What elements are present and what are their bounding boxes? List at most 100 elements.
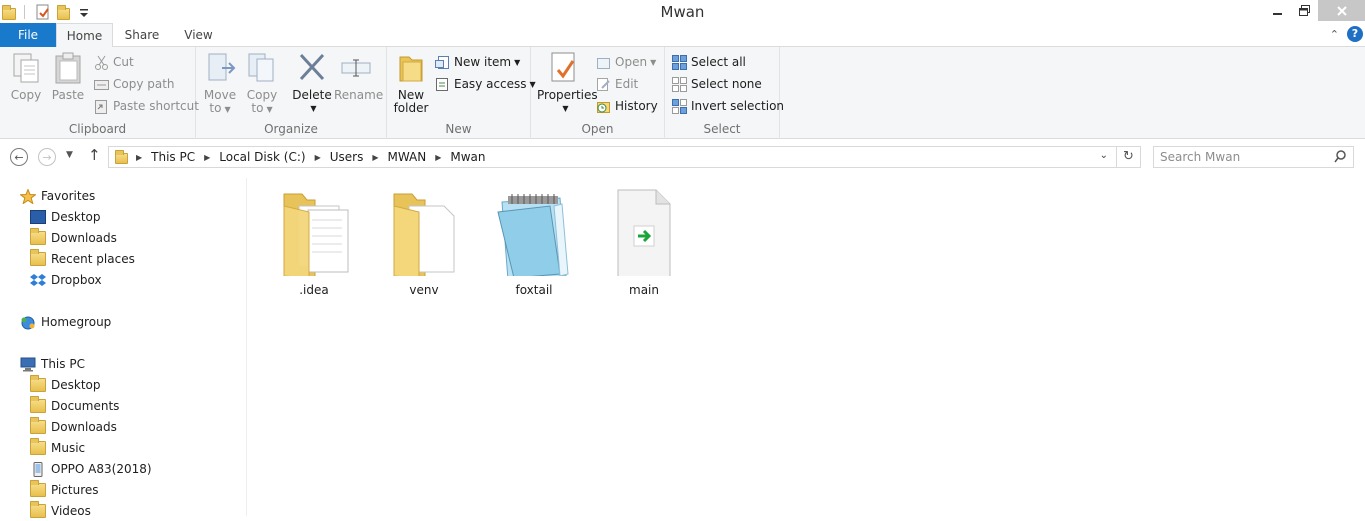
copy-to-button[interactable]: Copy to▼	[244, 51, 280, 116]
search-box[interactable]: Search Mwan	[1153, 146, 1354, 168]
paste-shortcut-label: Paste shortcut	[113, 99, 199, 113]
new-folder-button[interactable]: New folder	[393, 51, 429, 115]
nav-pc-desktop[interactable]: Desktop	[30, 375, 101, 395]
edit-icon	[596, 77, 611, 92]
forward-button[interactable]: →	[38, 148, 56, 166]
tab-share[interactable]: Share	[118, 23, 166, 47]
nav-pc-downloads[interactable]: Downloads	[30, 417, 117, 437]
star-icon	[20, 189, 36, 203]
copy-path-label: Copy path	[113, 77, 175, 91]
invert-selection-label: Invert selection	[691, 99, 784, 113]
scissors-icon	[94, 55, 109, 70]
music-folder-icon	[30, 441, 46, 455]
select-none-button[interactable]: Select none	[672, 74, 762, 94]
nav-fav-recent-places[interactable]: Recent places	[30, 249, 135, 269]
nav-pc-music[interactable]: Music	[30, 438, 85, 458]
edit-button[interactable]: Edit	[596, 74, 638, 94]
open-group-label: Open	[531, 122, 664, 136]
edit-label: Edit	[615, 77, 638, 91]
recent-locations-dropdown-icon[interactable]: ▼	[66, 150, 73, 160]
nav-this-pc[interactable]: This PC	[20, 354, 85, 374]
easy-access-button[interactable]: Easy access▼	[435, 74, 536, 94]
invert-selection-button[interactable]: Invert selection	[672, 96, 784, 116]
address-dropdown-icon[interactable]: ⌄	[1100, 150, 1108, 161]
desktop-icon	[30, 210, 46, 224]
paste-button[interactable]: Paste	[50, 51, 86, 102]
tab-home[interactable]: Home	[56, 23, 113, 48]
search-icon[interactable]	[1334, 150, 1346, 166]
easy-access-icon	[435, 77, 450, 92]
breadcrumb-mwan-user[interactable]: MWAN	[387, 150, 426, 164]
tab-view[interactable]: View	[176, 23, 221, 47]
nav-pc-phone[interactable]: OPPO A83(2018)	[30, 459, 152, 479]
file-item-venv[interactable]: venv	[374, 186, 474, 297]
nav-pc-downloads-label: Downloads	[51, 420, 117, 434]
address-bar[interactable]: ▶ This PC ▶ Local Disk (C:) ▶ Users ▶ MW…	[108, 146, 1141, 168]
phone-device-icon	[30, 462, 46, 476]
delete-button[interactable]: Delete ▼	[292, 51, 332, 115]
copy-button[interactable]: Copy	[8, 51, 44, 102]
select-all-button[interactable]: Select all	[672, 52, 746, 72]
new-group: New folder New item▼ Easy access▼ New	[387, 47, 531, 139]
file-item-main[interactable]: main	[594, 186, 694, 297]
chevron-right-icon[interactable]: ▶	[435, 153, 441, 162]
close-button[interactable]	[1318, 0, 1365, 21]
title-bar: Mwan	[0, 0, 1365, 23]
delete-dropdown-icon[interactable]: ▼	[295, 102, 332, 115]
nav-fav-desktop[interactable]: Desktop	[30, 207, 101, 227]
back-button[interactable]: ←	[10, 148, 28, 166]
breadcrumb-local-disk[interactable]: Local Disk (C:)	[219, 150, 305, 164]
new-item-icon	[435, 55, 450, 70]
up-arrow-icon[interactable]: ↑	[88, 146, 101, 164]
history-button[interactable]: History	[596, 96, 658, 116]
properties-dropdown-icon[interactable]: ▼	[540, 102, 591, 115]
delete-x-icon	[296, 51, 328, 85]
minimize-button[interactable]	[1264, 0, 1291, 21]
tab-file[interactable]: File	[0, 23, 56, 47]
navigation-pane: Favorites Desktop Downloads Recent place…	[0, 178, 246, 516]
ribbon: Copy Paste Cut Copy path Paste shortcut …	[0, 47, 1365, 139]
new-item-button[interactable]: New item▼	[435, 52, 520, 72]
nav-homegroup[interactable]: Homegroup	[20, 312, 111, 332]
breadcrumb-users[interactable]: Users	[330, 150, 364, 164]
nav-homegroup-label: Homegroup	[41, 315, 111, 329]
restore-button[interactable]	[1291, 0, 1318, 21]
copy-icon	[10, 51, 42, 85]
paste-shortcut-button[interactable]: Paste shortcut	[94, 96, 199, 116]
chevron-right-icon[interactable]: ▶	[315, 153, 321, 162]
new-item-label: New item	[454, 55, 511, 69]
breadcrumb-mwan[interactable]: Mwan	[450, 150, 485, 164]
nav-fav-dropbox[interactable]: Dropbox	[30, 270, 102, 290]
nav-fav-downloads[interactable]: Downloads	[30, 228, 117, 248]
properties-button[interactable]: Properties ▼	[537, 51, 591, 115]
breadcrumb-this-pc[interactable]: This PC	[151, 150, 195, 164]
chevron-right-icon[interactable]: ▶	[204, 153, 210, 162]
desktop-folder-icon	[30, 378, 46, 392]
folder-icon	[384, 186, 464, 276]
copy-label: Copy	[11, 88, 41, 102]
minimize-ribbon-icon[interactable]: ⌃	[1330, 28, 1339, 41]
nav-favorites[interactable]: Favorites	[20, 186, 95, 206]
copy-path-button[interactable]: Copy path	[94, 74, 175, 94]
select-none-icon	[672, 77, 687, 92]
help-icon[interactable]: ?	[1347, 26, 1363, 42]
chevron-right-icon[interactable]: ▶	[372, 153, 378, 162]
file-item-foxtail[interactable]: foxtail	[484, 186, 584, 297]
rename-button[interactable]: Rename	[334, 51, 378, 102]
chevron-right-icon[interactable]: ▶	[136, 153, 142, 162]
dropbox-icon	[30, 273, 46, 287]
pictures-folder-icon	[30, 483, 46, 497]
refresh-icon[interactable]: ↻	[1116, 147, 1140, 167]
nav-pc-videos[interactable]: Videos	[30, 501, 91, 521]
back-arrow-icon: ←	[14, 151, 23, 164]
nav-pc-documents[interactable]: Documents	[30, 396, 119, 416]
nav-pc-pictures[interactable]: Pictures	[30, 480, 99, 500]
new-folder-icon	[395, 51, 427, 85]
file-item-idea[interactable]: .idea	[264, 186, 364, 297]
move-to-button[interactable]: Move to▼	[202, 51, 238, 116]
downloads-folder-icon	[30, 231, 46, 245]
organize-group: Move to▼ Copy to▼ Delete ▼ Rename Organi…	[196, 47, 387, 139]
open-button[interactable]: Open▼	[596, 52, 656, 72]
address-folder-icon	[115, 153, 128, 164]
cut-button[interactable]: Cut	[94, 52, 134, 72]
